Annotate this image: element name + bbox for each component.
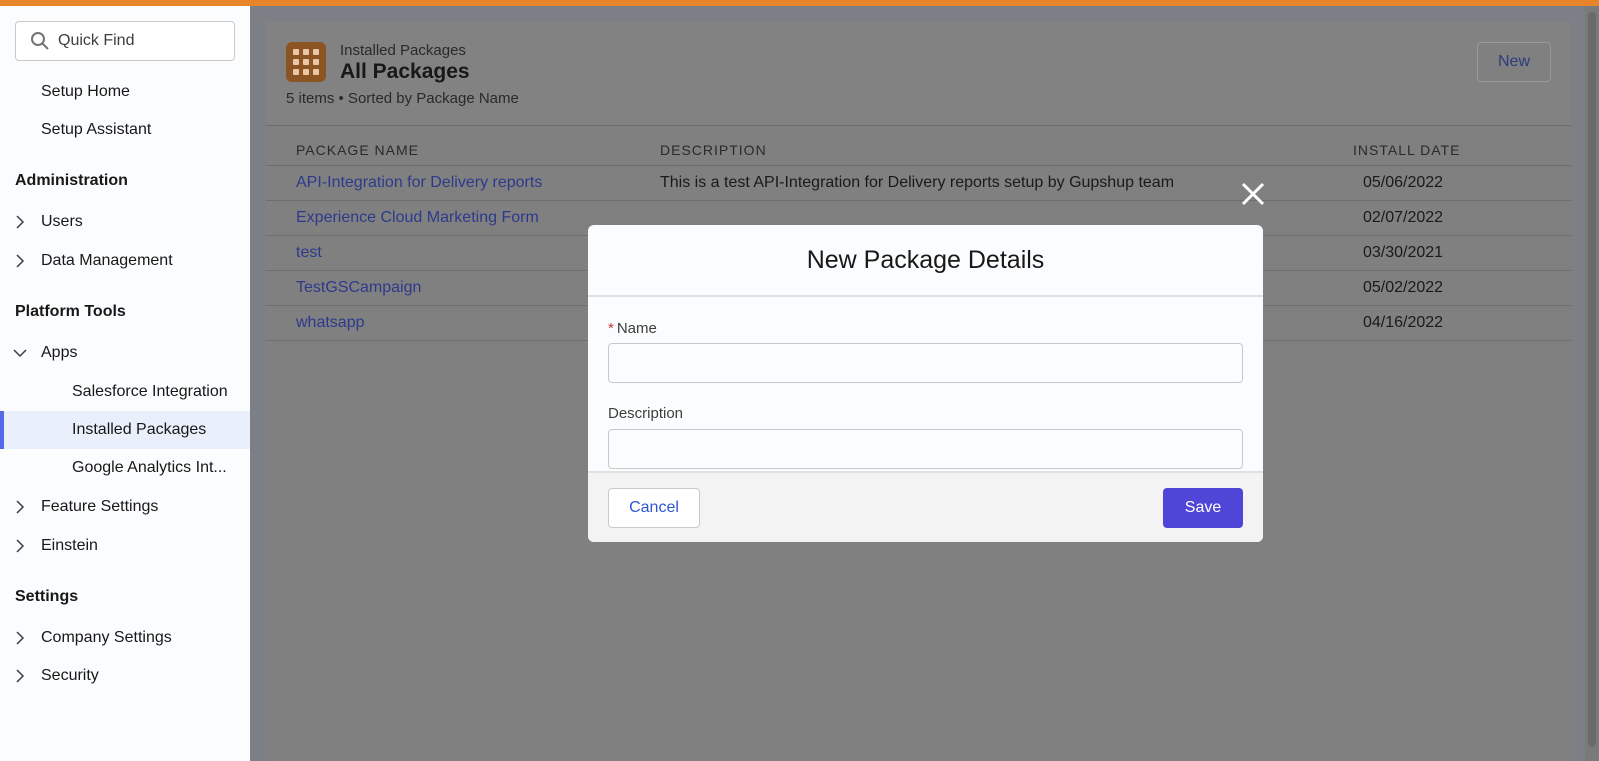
search-icon: [31, 32, 49, 50]
sidebar-item-security[interactable]: Security: [0, 657, 250, 695]
package-name-link[interactable]: TestGSCampaign: [296, 279, 421, 297]
name-field[interactable]: [608, 343, 1243, 383]
close-icon[interactable]: [1240, 181, 1266, 207]
modal-footer: Cancel Save: [588, 471, 1263, 542]
modal-header: New Package Details: [588, 225, 1263, 297]
sidebar-item-feature-settings[interactable]: Feature Settings: [0, 488, 250, 526]
sidebar-item-label: Apps: [41, 344, 78, 361]
card-header: Installed Packages All Packages 5 items …: [266, 22, 1571, 126]
sidebar-item-users[interactable]: Users: [0, 203, 250, 241]
package-name-link[interactable]: API-Integration for Delivery reports: [296, 174, 542, 192]
page-scrollbar[interactable]: [1585, 6, 1599, 761]
column-header-description[interactable]: DESCRIPTION: [660, 142, 767, 158]
sidebar-item-label: Einstein: [41, 537, 98, 554]
chevron-right-icon: [16, 539, 25, 553]
sidebar-item-label: Company Settings: [41, 629, 172, 646]
sidebar-item-label: Security: [41, 667, 99, 684]
sidebar-item-label: Installed Packages: [72, 421, 207, 438]
modal-title: New Package Details: [806, 245, 1045, 274]
list-meta: 5 items • Sorted by Package Name: [286, 90, 519, 107]
sidebar-item-label: Setup Home: [41, 83, 130, 100]
sidebar-item-label: Feature Settings: [41, 498, 159, 515]
sidebar-item-apps[interactable]: Apps: [0, 334, 250, 372]
sidebar-item-label: Users: [41, 213, 83, 230]
install-date: 03/30/2021: [1363, 244, 1444, 261]
cancel-button[interactable]: Cancel: [608, 488, 700, 528]
page-subtitle: Installed Packages: [340, 42, 466, 59]
sidebar-item-google-analytics[interactable]: Google Analytics Int...: [0, 449, 250, 487]
section-platform-tools: Platform Tools: [15, 303, 126, 320]
sidebar-item-label: Data Management: [41, 252, 173, 269]
sidebar-item-setup-assistant[interactable]: Setup Assistant: [0, 111, 250, 149]
install-date: 05/06/2022: [1363, 174, 1444, 191]
chevron-right-icon: [16, 631, 25, 645]
package-description: This is a test API-Integration for Deliv…: [660, 174, 1175, 191]
new-button[interactable]: New: [1477, 42, 1551, 82]
quick-find-input[interactable]: Quick Find: [15, 21, 235, 61]
package-name-link[interactable]: Experience Cloud Marketing Form: [296, 209, 539, 227]
sidebar-item-setup-home[interactable]: Setup Home: [0, 73, 250, 111]
install-date: 05/02/2022: [1363, 279, 1444, 296]
scrollbar-thumb[interactable]: [1588, 12, 1596, 747]
install-date: 02/07/2022: [1363, 209, 1444, 226]
setup-sidebar: Quick Find Setup Home Setup Assistant Ad…: [0, 6, 250, 761]
column-header-package-name[interactable]: PACKAGE NAME: [296, 142, 419, 158]
chevron-right-icon: [16, 500, 25, 514]
package-name-link[interactable]: whatsapp: [296, 314, 365, 332]
sidebar-item-company-settings[interactable]: Company Settings: [0, 619, 250, 657]
sidebar-item-label: Google Analytics Int...: [72, 459, 227, 476]
sidebar-item-salesforce-integration[interactable]: Salesforce Integration: [0, 373, 250, 411]
package-name-link[interactable]: test: [296, 244, 322, 262]
sidebar-item-label: Salesforce Integration: [72, 383, 228, 400]
top-accent-bar: [0, 0, 1599, 6]
page-title: All Packages: [340, 60, 470, 83]
description-field-label: Description: [608, 405, 684, 422]
name-label-text: Name: [616, 320, 657, 337]
chevron-right-icon: [16, 254, 25, 268]
chevron-right-icon: [16, 669, 25, 683]
new-package-modal: New Package Details * Name Description Ca…: [588, 225, 1263, 542]
sidebar-item-data-management[interactable]: Data Management: [0, 242, 250, 280]
sidebar-item-label: Setup Assistant: [41, 121, 152, 138]
chevron-down-icon: [13, 349, 27, 358]
section-administration: Administration: [15, 172, 128, 189]
section-settings: Settings: [15, 588, 79, 605]
description-field[interactable]: [608, 429, 1243, 469]
column-header-install-date[interactable]: INSTALL DATE: [1353, 142, 1460, 158]
app-grid-icon: [286, 42, 326, 82]
sidebar-item-einstein[interactable]: Einstein: [0, 527, 250, 565]
name-field-label: * Name: [608, 320, 657, 337]
chevron-right-icon: [16, 215, 25, 229]
required-indicator: *: [608, 320, 614, 337]
sidebar-item-installed-packages[interactable]: Installed Packages: [0, 411, 250, 449]
quick-find-placeholder: Quick Find: [58, 32, 135, 49]
table-row: API-Integration for Delivery reports Thi…: [266, 166, 1571, 201]
save-button[interactable]: Save: [1163, 488, 1243, 528]
install-date: 04/16/2022: [1363, 314, 1444, 331]
